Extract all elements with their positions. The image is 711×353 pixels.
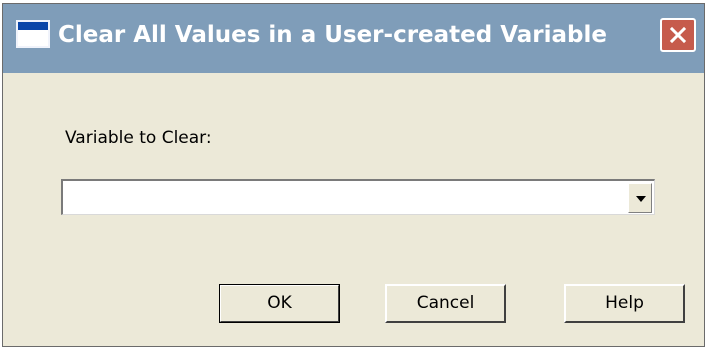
window-title: Clear All Values in a User-created Varia… bbox=[58, 22, 607, 48]
close-button[interactable] bbox=[660, 18, 696, 52]
dialog-window: Clear All Values in a User-created Varia… bbox=[2, 3, 705, 347]
close-icon bbox=[669, 26, 687, 44]
title-bar: Clear All Values in a User-created Varia… bbox=[3, 4, 704, 73]
variable-to-clear-select[interactable] bbox=[61, 179, 655, 215]
help-button[interactable]: Help bbox=[564, 284, 685, 323]
ok-button[interactable]: OK bbox=[219, 284, 340, 323]
variable-to-clear-label: Variable to Clear: bbox=[65, 128, 212, 148]
dropdown-arrow-button[interactable] bbox=[628, 183, 652, 213]
dialog-body: Variable to Clear: OK Cancel Help bbox=[3, 73, 704, 346]
window-icon bbox=[16, 20, 50, 48]
cancel-button[interactable]: Cancel bbox=[385, 284, 506, 323]
